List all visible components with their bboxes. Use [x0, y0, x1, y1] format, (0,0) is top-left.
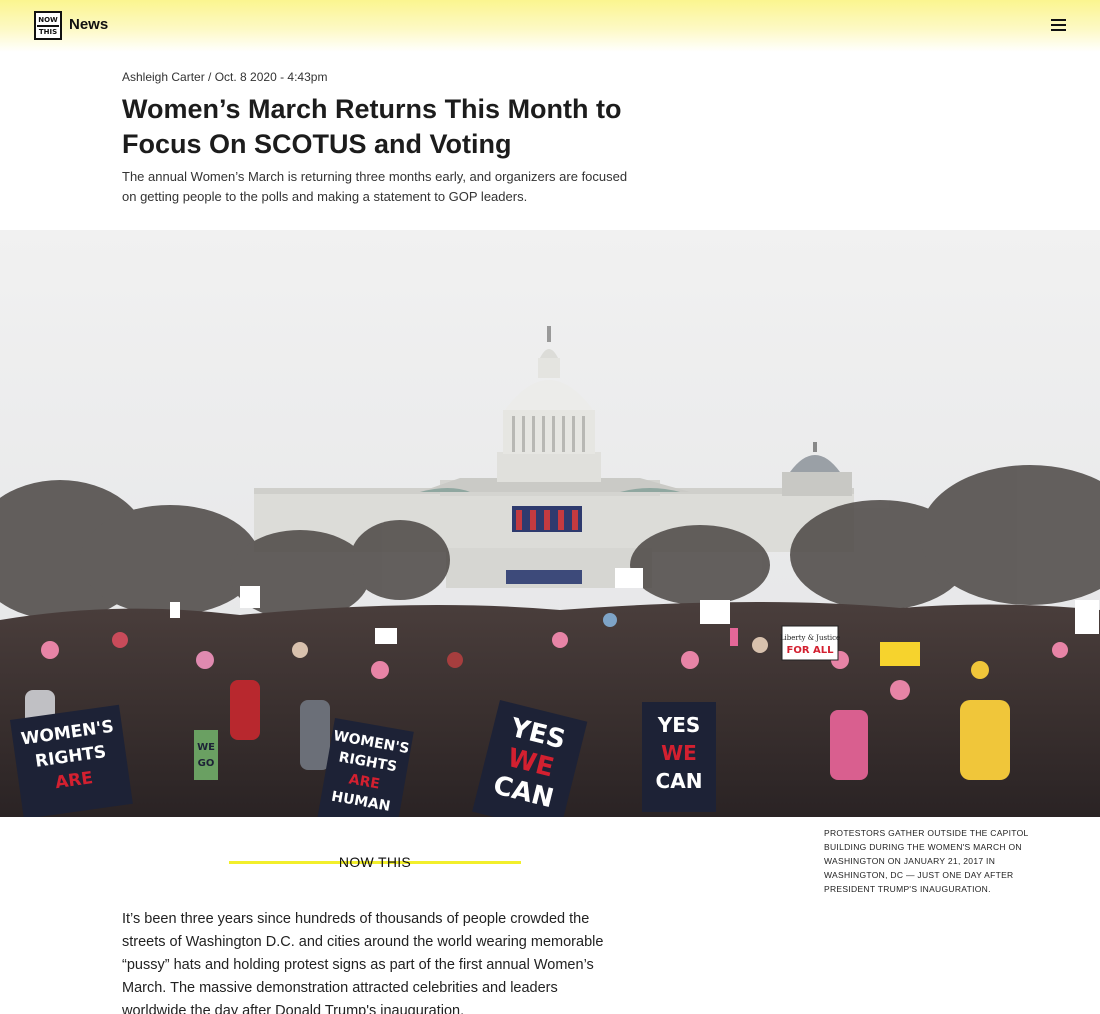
site-header: NOW THIS News [0, 0, 1100, 52]
divider-label: NOW THIS [338, 854, 412, 870]
sign-text: WE [197, 742, 215, 753]
logo-text-bottom: THIS [38, 27, 58, 36]
sign-text: YES [657, 713, 701, 737]
logo-text-top: NOW [38, 15, 58, 24]
sign-yes-we-can-2: YES WE CAN [642, 702, 716, 812]
nowthis-divider: NOW THIS [229, 852, 521, 874]
sign-text: Liberty & Justice [780, 634, 840, 642]
article-dek: The annual Women’s March is returning th… [122, 169, 628, 204]
nowthis-logo[interactable]: NOW THIS [34, 11, 62, 40]
article-headline: Women’s March Returns This Month to Focu… [122, 94, 622, 159]
sign-text: GO [198, 758, 215, 769]
image-caption: PROTESTORS GATHER OUTSIDE THE CAPITOL BU… [824, 828, 1029, 894]
sign-we-go: WE GO [194, 730, 218, 780]
sign-womens-rights-left: WOMEN'S RIGHTS ARE [10, 704, 133, 817]
article-byline: Ashleigh Carter / Oct. 8 2020 - 4:43pm [122, 70, 328, 84]
hero-photo: WOMEN'S RIGHTS ARE WOMEN'S RIGHTS ARE HU… [0, 230, 1100, 817]
sign-text: CAN [656, 769, 703, 793]
logo-divider [37, 24, 59, 27]
sign-text: WE [661, 741, 697, 765]
section-brand-link[interactable]: News [69, 16, 108, 33]
sign-text: FOR ALL [787, 645, 835, 656]
hamburger-menu-icon[interactable] [1051, 19, 1066, 31]
sign-liberty-justice: Liberty & Justice FOR ALL [780, 625, 840, 661]
article-body: It’s been three years since hundreds of … [122, 911, 604, 1014]
